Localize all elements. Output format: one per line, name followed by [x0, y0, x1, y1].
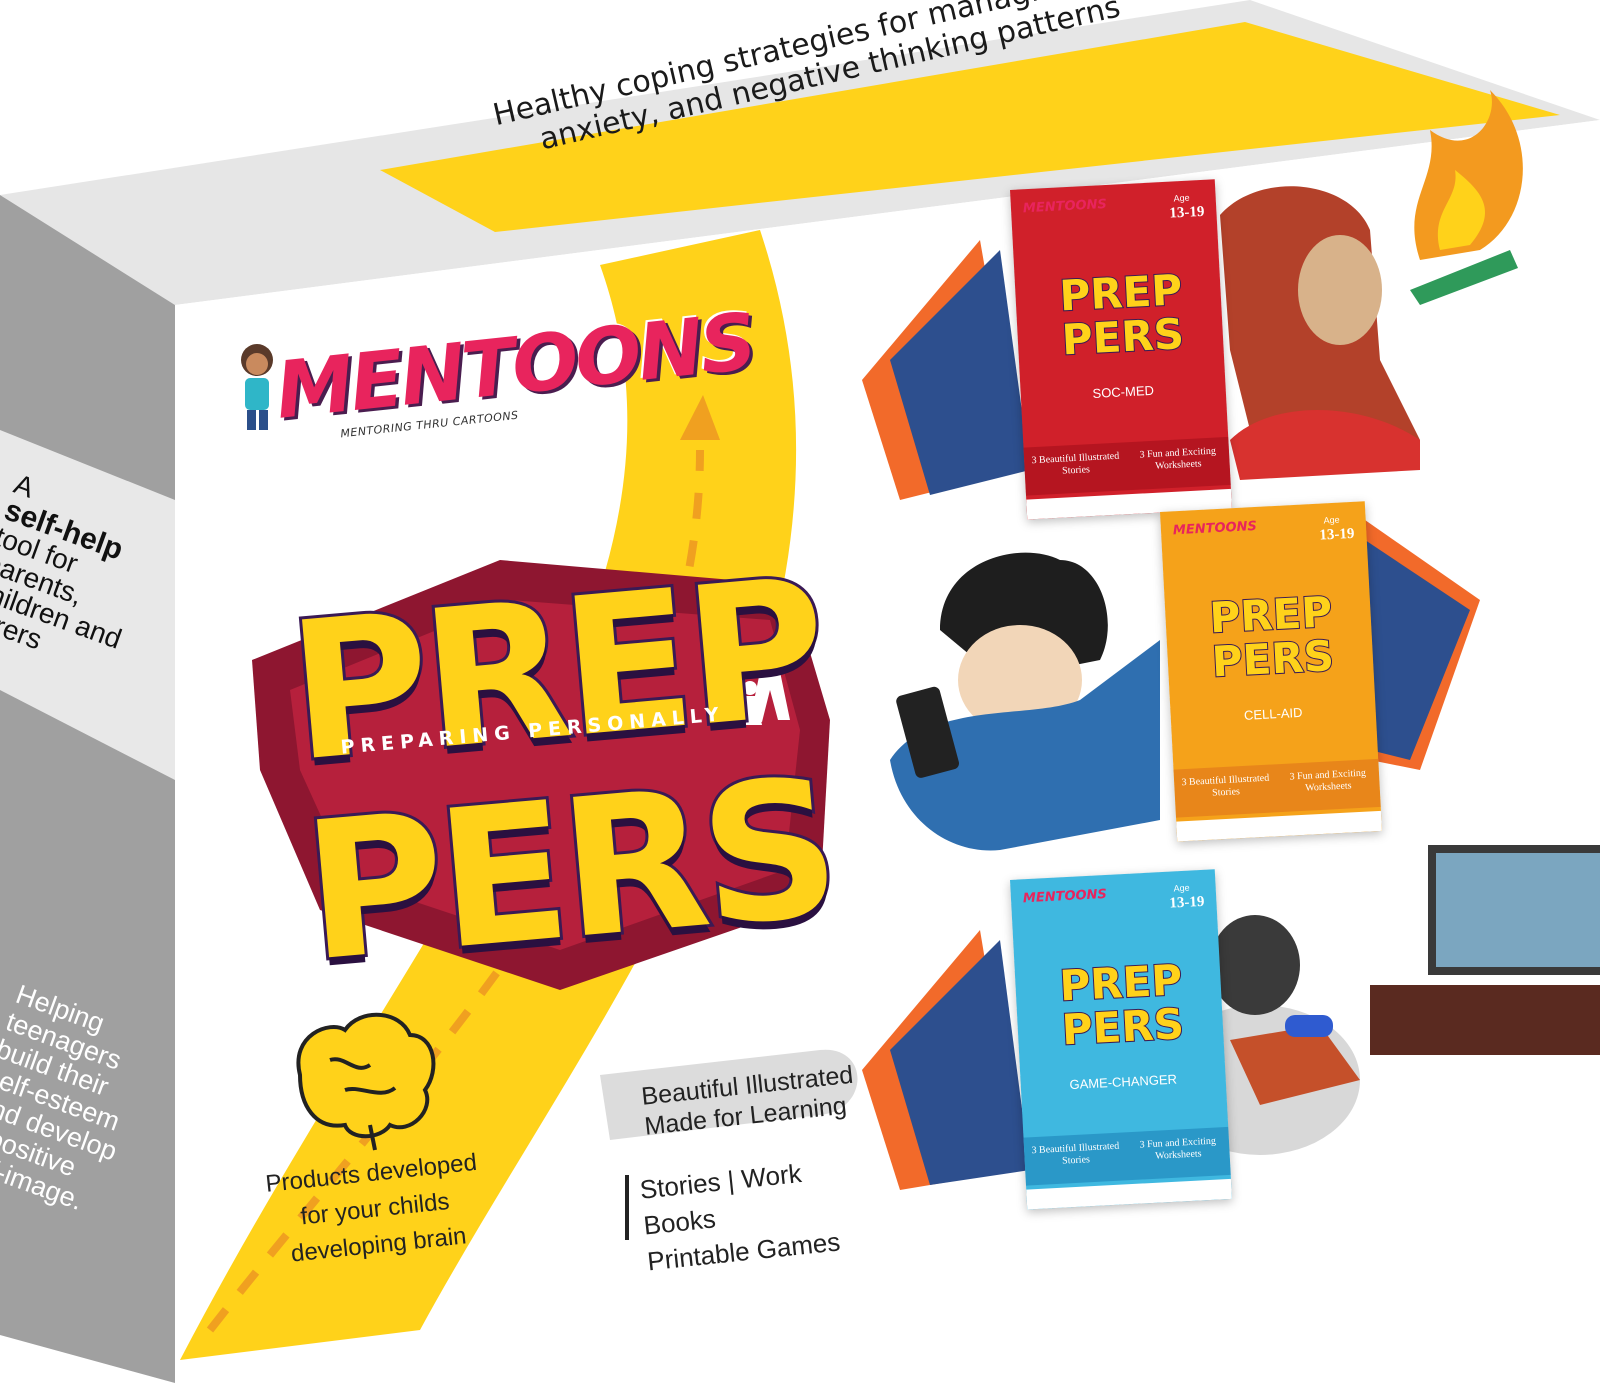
- book-footer-left: 3 Beautiful Illustrated Stories: [1031, 450, 1120, 477]
- book-name: CELL-AID: [1243, 704, 1303, 723]
- book-footer-right: 3 Fun and Exciting Worksheets: [1289, 767, 1367, 794]
- book-title-line-2: PERS: [1060, 308, 1186, 365]
- book-footer-left: 3 Beautiful Illustrated Stories: [1181, 772, 1270, 799]
- book-footer: 3 Beautiful Illustrated Stories 3 Fun an…: [1023, 436, 1231, 496]
- book-name: SOC-MED: [1092, 382, 1155, 401]
- book-age-label: Age: [1173, 192, 1190, 204]
- book-cover: MENTOONS Age 13-19 PREP PERS CELL-AID 3 …: [1160, 501, 1382, 842]
- book-footer: 3 Beautiful Illustrated Stories 3 Fun an…: [1023, 1126, 1231, 1186]
- book-footer-left: 3 Beautiful Illustrated Stories: [1031, 1140, 1120, 1167]
- book-brand: MENTOONS: [1022, 886, 1108, 907]
- book-game-changer: MENTOONS Age 13-19 PREP PERS GAME-CHANGE…: [1010, 869, 1232, 1210]
- book-soc-med: MENTOONS Age 13-19 PREP PERS SOC-MED 3 B…: [1010, 179, 1232, 520]
- book-footer-right: 3 Fun and Exciting Worksheets: [1139, 1135, 1217, 1162]
- book-brand: MENTOONS: [1172, 518, 1258, 539]
- book-age-label: Age: [1173, 882, 1190, 894]
- book-cell-aid: MENTOONS Age 13-19 PREP PERS CELL-AID 3 …: [1160, 501, 1382, 842]
- product-box: Healthy coping strategies for managing s…: [0, 0, 1600, 1383]
- book-title-line-2: PERS: [1060, 998, 1186, 1055]
- book-age: 13-19: [1319, 525, 1355, 544]
- book-age-label: Age: [1323, 514, 1340, 526]
- book-title-line-2: PERS: [1210, 630, 1336, 687]
- title-line-2: PERS: [293, 734, 844, 1006]
- book-brand: MENTOONS: [1022, 196, 1108, 217]
- book-footer: 3 Beautiful Illustrated Stories 3 Fun an…: [1173, 758, 1381, 818]
- book-age: 13-19: [1169, 893, 1205, 912]
- book-footer-right: 3 Fun and Exciting Worksheets: [1139, 445, 1217, 472]
- book-age: 13-19: [1169, 203, 1205, 222]
- book-name: GAME-CHANGER: [1069, 1071, 1178, 1093]
- book-cover: MENTOONS Age 13-19 PREP PERS GAME-CHANGE…: [1010, 869, 1232, 1210]
- book-cover: MENTOONS Age 13-19 PREP PERS SOC-MED 3 B…: [1010, 179, 1232, 520]
